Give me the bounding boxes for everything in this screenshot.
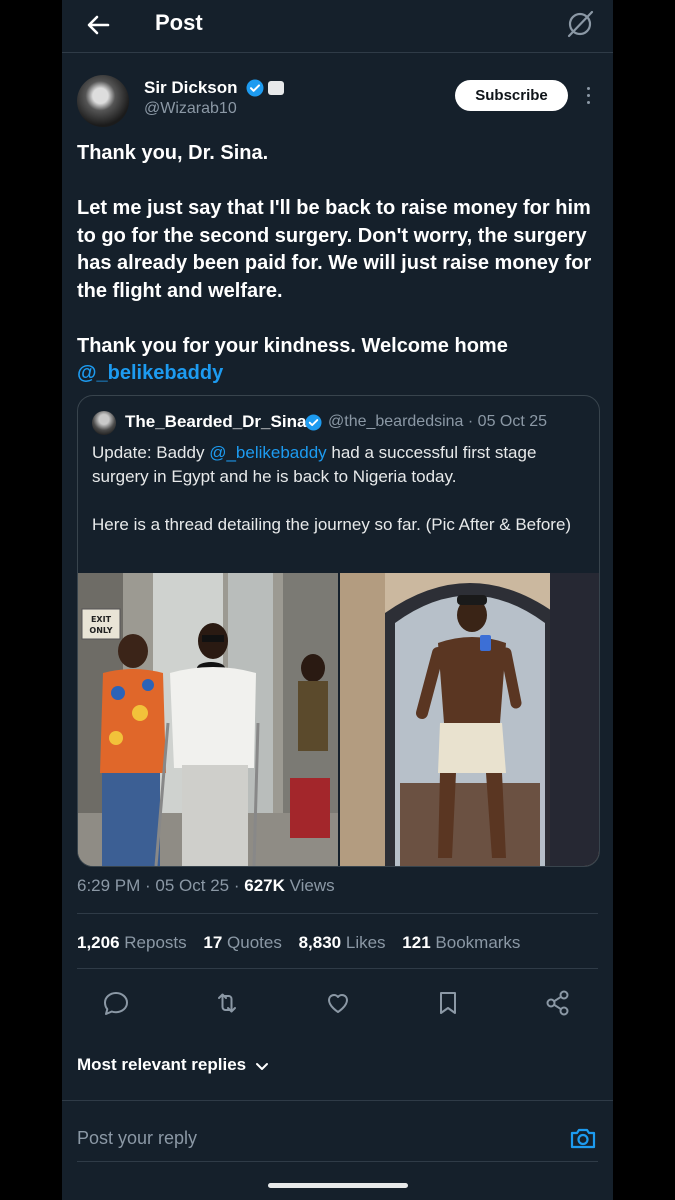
bookmarks-label: Bookmarks: [435, 933, 521, 952]
camera-icon[interactable]: [568, 1123, 598, 1153]
quotes-stat[interactable]: 17 Quotes: [203, 933, 281, 952]
quotes-label: Quotes: [227, 933, 282, 952]
reposts-count: 1,206: [77, 933, 120, 952]
bookmarks-count: 121: [402, 933, 431, 952]
reply-underline: [77, 1161, 598, 1162]
repost-icon[interactable]: [209, 985, 245, 1021]
quoted-date: · 05 Oct 25: [467, 413, 548, 430]
likes-stat[interactable]: 8,830 Likes: [299, 933, 386, 952]
divider: [77, 968, 598, 969]
more-options-icon[interactable]: [580, 83, 596, 109]
quoted-author-avatar[interactable]: [92, 411, 116, 435]
verified-badge-icon: [305, 414, 322, 431]
reposts-label: Reposts: [124, 933, 187, 952]
mention-link[interactable]: @_belikebaddy: [77, 362, 223, 384]
quoted-text: Update: Baddy @_belikebaddy had a succes…: [92, 441, 587, 537]
engagement-stats: 1,206 Reposts 17 Quotes 8,830 Likes 121 …: [77, 933, 520, 953]
photo-after[interactable]: EXIT ONLY: [78, 573, 338, 866]
likes-label: Likes: [345, 933, 386, 952]
post-screen: Post Sir Dickson @Wizarab10 Subscribe Th…: [62, 0, 613, 1200]
quoted-author-handle[interactable]: @the_beardedsina: [328, 413, 463, 430]
like-icon[interactable]: [320, 985, 356, 1021]
photo-after-scene: EXIT ONLY: [78, 573, 338, 866]
likes-count: 8,830: [298, 933, 342, 952]
views-count: 627K: [244, 876, 285, 895]
post-text: Thank you, Dr. Sina. Let me just say tha…: [77, 140, 602, 388]
share-icon[interactable]: [540, 985, 576, 1021]
page-title: Post: [155, 10, 203, 35]
author-handle[interactable]: @Wizarab10: [144, 100, 237, 118]
post-timestamp: 6:29 PM · 05 Oct 25 ·: [77, 876, 245, 895]
chevron-down-icon: [256, 1062, 269, 1070]
photo-before-scene: [340, 573, 599, 866]
reply-sort-dropdown[interactable]: Most relevant replies: [77, 1055, 270, 1075]
verified-badge-icon: [246, 79, 264, 97]
quoted-post[interactable]: The_Bearded_Dr_Sina @the_beardedsina · 0…: [77, 395, 600, 867]
post-paragraph: Thank you for your kindness. Welcome hom…: [77, 334, 508, 357]
quoted-author-meta: @the_beardedsina · 05 Oct 25: [328, 413, 547, 431]
divider: [77, 913, 598, 914]
action-bar: [62, 985, 613, 1021]
bookmarks-stat[interactable]: 121 Bookmarks: [402, 933, 520, 952]
svg-text:EXIT: EXIT: [91, 615, 112, 624]
subscribe-button[interactable]: Subscribe: [455, 80, 568, 111]
quoted-text-part: Update: Baddy: [92, 443, 210, 462]
grok-icon[interactable]: [565, 9, 595, 39]
quoted-text-part: Here is a thread detailing the journey s…: [92, 515, 572, 534]
reply-icon[interactable]: [98, 985, 134, 1021]
author-avatar[interactable]: [77, 75, 129, 127]
views-label: Views: [284, 876, 335, 895]
reply-sort-label: Most relevant replies: [77, 1055, 247, 1074]
home-indicator: [268, 1183, 408, 1188]
top-bar: Post: [62, 0, 613, 53]
photo-before[interactable]: [340, 573, 599, 866]
post-paragraph: Thank you, Dr. Sina.: [77, 142, 269, 164]
svg-text:ONLY: ONLY: [89, 626, 112, 635]
reply-input[interactable]: Post your reply: [77, 1128, 547, 1149]
quoted-author-name[interactable]: The_Bearded_Dr_Sina: [125, 412, 306, 432]
author-name[interactable]: Sir Dickson: [144, 78, 238, 98]
post-paragraph: Let me just say that I'll be back to rai…: [77, 197, 592, 302]
quotes-count: 17: [203, 933, 223, 952]
quoted-mention-link[interactable]: @_belikebaddy: [209, 443, 326, 462]
bookmark-icon[interactable]: [430, 985, 466, 1021]
reply-composer: Post your reply: [62, 1100, 613, 1200]
affiliate-badge-icon: [268, 81, 284, 95]
reposts-stat[interactable]: 1,206 Reposts: [77, 933, 187, 952]
back-arrow-icon[interactable]: [82, 9, 114, 41]
post-meta: 6:29 PM · 05 Oct 25 · 627K Views: [77, 876, 335, 896]
